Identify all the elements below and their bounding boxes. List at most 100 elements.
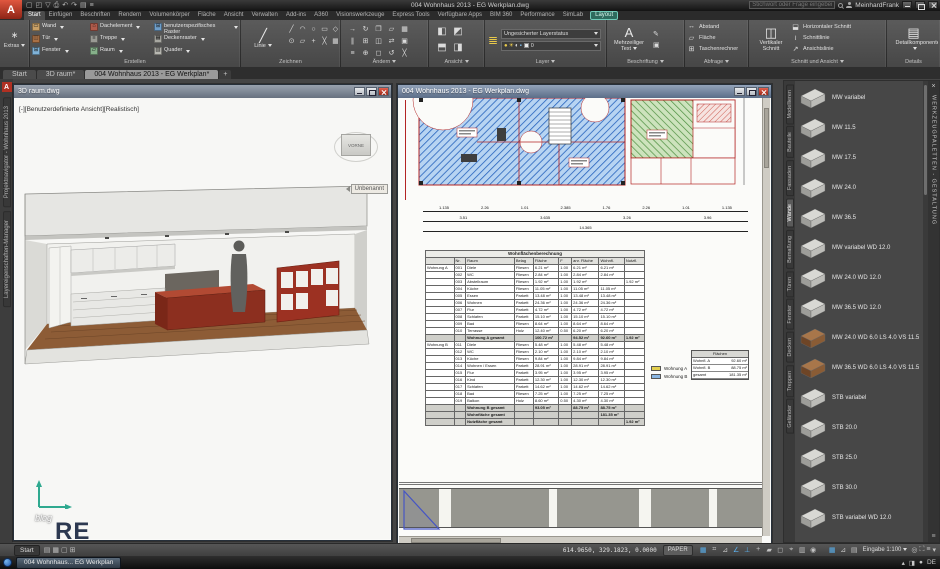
palette-tab[interactable]: Decken <box>786 332 794 363</box>
create-tool-button[interactable]: ▦ Deckenraster <box>154 33 238 45</box>
draw-tool-icon[interactable]: ▦ <box>330 35 338 47</box>
ribbon-tab[interactable]: BIM 360 <box>486 11 516 20</box>
wall-tool-item[interactable]: STB variabel <box>795 383 923 413</box>
palette-tab[interactable]: Wände <box>786 198 794 227</box>
drafting-toggle-icon[interactable]: ▦ <box>699 546 708 554</box>
ribbon-tab[interactable]: Beschriften <box>76 11 114 20</box>
create-tool-button[interactable]: ≡ Treppe <box>90 33 152 45</box>
drafting-toggle-icon[interactable]: ⌗ <box>710 546 719 554</box>
window-maximize-icon[interactable] <box>366 87 377 96</box>
layout-nav-icon[interactable]: ▦ <box>52 546 59 554</box>
ribbon-tab[interactable]: A360 <box>310 11 332 20</box>
drafting-toggle-icon[interactable]: ⊥ <box>743 546 752 554</box>
ribbon-tab[interactable]: Visionswerkzeuge <box>332 11 388 20</box>
wall-tool-item[interactable]: MW 11.5 <box>795 113 923 143</box>
window-maximize-icon[interactable] <box>746 87 757 96</box>
file-tab[interactable]: 3D raum* <box>37 70 85 79</box>
window-close-icon[interactable] <box>378 87 389 96</box>
wall-tool-item[interactable]: MW 36.5 <box>795 203 923 233</box>
ribbon-tab[interactable]: Layout <box>590 11 618 20</box>
layer-properties-icon[interactable]: ≣ <box>487 33 499 47</box>
collapse-arrow-icon[interactable] <box>346 186 350 192</box>
layout-nav-icon[interactable]: ⊞ <box>70 546 76 554</box>
draw-tool-icon[interactable]: + <box>308 35 319 47</box>
draw-tool-icon[interactable]: ⊙ <box>286 35 297 47</box>
modify-tool-icon[interactable]: → <box>346 23 359 35</box>
ribbon-tab[interactable]: Einfügen <box>45 11 77 20</box>
palette-tab[interactable]: Fassaden <box>786 160 794 196</box>
wall-tool-item[interactable]: STB 25.0 <box>795 443 923 473</box>
minimize-icon[interactable] <box>902 1 912 9</box>
annotation-scale-dropdown[interactable]: Eingabe 1:100 <box>863 547 908 553</box>
panel-label-beschriftung[interactable]: Beschriftung <box>609 58 682 67</box>
ribbon-tab[interactable]: Start <box>24 11 45 20</box>
application-menu-button[interactable]: A <box>0 0 22 19</box>
tray-icon[interactable]: ◨ <box>909 559 915 567</box>
drafting-toggle-icon[interactable]: ◻ <box>776 546 785 554</box>
inquiry-tool-button[interactable]: ▱ Fläche <box>687 32 746 43</box>
status-icon[interactable]: ≡ <box>926 546 930 554</box>
wall-tool-item[interactable]: MW variabel WD 12.0 <box>795 233 923 263</box>
line-tool-button[interactable]: ╱ Linie <box>243 21 283 58</box>
annotation-tool-icon[interactable]: ▣ <box>653 41 660 49</box>
drafting-toggle-icon[interactable]: ⌖ <box>787 546 796 554</box>
section-tool-button[interactable]: ⬓ Horizontaler Schnitt <box>791 21 851 32</box>
panel-label-zeichnen[interactable]: Zeichnen <box>243 58 338 67</box>
file-tab[interactable]: + <box>219 70 231 79</box>
close-icon[interactable] <box>928 1 938 9</box>
quick-access-icon[interactable]: ↷ <box>71 1 77 10</box>
create-tool-button[interactable]: ⊞ Fenster <box>32 45 88 57</box>
section-tool-button[interactable]: ↗ Ansichtslinie <box>791 43 851 54</box>
drawing-window-3d-titlebar[interactable]: 3D raum.dwg <box>14 85 391 98</box>
inquiry-tool-button[interactable]: ⊞ Taschenrechner <box>687 43 746 54</box>
quick-access-icon[interactable]: ≡ <box>90 1 94 10</box>
language-indicator[interactable]: DE <box>927 559 936 566</box>
paper-model-toggle[interactable]: PAPER <box>663 545 693 556</box>
modify-tool-icon[interactable]: ▱ <box>385 23 398 35</box>
status-icon[interactable]: ▾ <box>932 546 936 554</box>
quick-access-icon[interactable]: ▢ <box>26 1 33 10</box>
status-icon[interactable]: ▦ <box>828 546 837 554</box>
view-tool-icon[interactable]: ◩ <box>450 23 466 39</box>
extras-button[interactable]: Extras <box>4 43 26 49</box>
vertical-scrollbar[interactable] <box>762 98 770 536</box>
layer-dropdown[interactable]: ●☀◐▪ 0 <box>501 41 601 51</box>
ribbon-tab[interactable]: Performance <box>516 11 558 20</box>
status-icon[interactable]: ⊿ <box>839 546 848 554</box>
named-view-control[interactable]: Unbenannt <box>346 184 388 194</box>
search-icon[interactable] <box>838 3 843 8</box>
quick-access-icon[interactable]: ▤ <box>80 1 87 10</box>
layout-nav-icon[interactable]: ▤ <box>44 546 51 554</box>
panel-label-layer[interactable]: Layer <box>487 58 604 67</box>
modify-tool-icon[interactable]: ◻ <box>372 47 385 58</box>
panel-label-ansicht[interactable]: Ansicht <box>431 58 482 67</box>
wall-tool-item[interactable]: MW 17.5 <box>795 143 923 173</box>
draw-tool-icon[interactable]: ▱ <box>297 35 308 47</box>
wall-tool-item[interactable]: STB 20.0 <box>795 413 923 443</box>
ribbon-tab[interactable]: Rendern <box>114 11 145 20</box>
modify-tool-icon[interactable]: ∥ <box>346 35 359 47</box>
start-button[interactable]: Start <box>14 545 40 556</box>
view-cube[interactable]: VORNE <box>334 128 378 166</box>
file-tab[interactable]: Start <box>3 70 36 79</box>
create-tool-button[interactable]: ▭ Wand <box>32 21 88 33</box>
modify-tool-icon[interactable]: ⊕ <box>359 47 372 58</box>
scrollbar-thumb[interactable] <box>764 108 769 168</box>
drawing-window-2d-titlebar[interactable]: 004 Wohnhaus 2013 - EG Werkplan.dwg <box>398 85 771 98</box>
modify-tool-icon[interactable]: ◫ <box>372 35 385 47</box>
quick-access-icon[interactable]: ↶ <box>62 1 68 10</box>
palette-scrollbar[interactable] <box>923 81 928 542</box>
ribbon-tab[interactable]: Add-ins <box>282 11 310 20</box>
palette-tab[interactable]: Bauteile <box>786 126 794 158</box>
drafting-toggle-icon[interactable]: + <box>754 546 763 554</box>
viewport-controls-label[interactable]: [-][Benutzerdefinierte Ansicht][Realisti… <box>19 106 139 113</box>
palette-tab[interactable]: Bemaßung <box>786 230 794 269</box>
modify-tool-icon[interactable]: ❐ <box>372 23 385 35</box>
modify-tool-icon[interactable]: ≡ <box>346 47 359 58</box>
panel-label-schnitt[interactable]: Schnitt und Ansicht <box>751 58 884 67</box>
drafting-toggle-icon[interactable]: ⊿ <box>721 546 730 554</box>
draw-tool-icon[interactable]: ╱ <box>286 23 297 35</box>
modify-tool-icon[interactable]: ⊞ <box>359 35 372 47</box>
mtext-button[interactable]: A Mehrzeiliger Text <box>609 26 649 53</box>
panel-label-erstellen[interactable]: Erstellen <box>32 58 238 67</box>
